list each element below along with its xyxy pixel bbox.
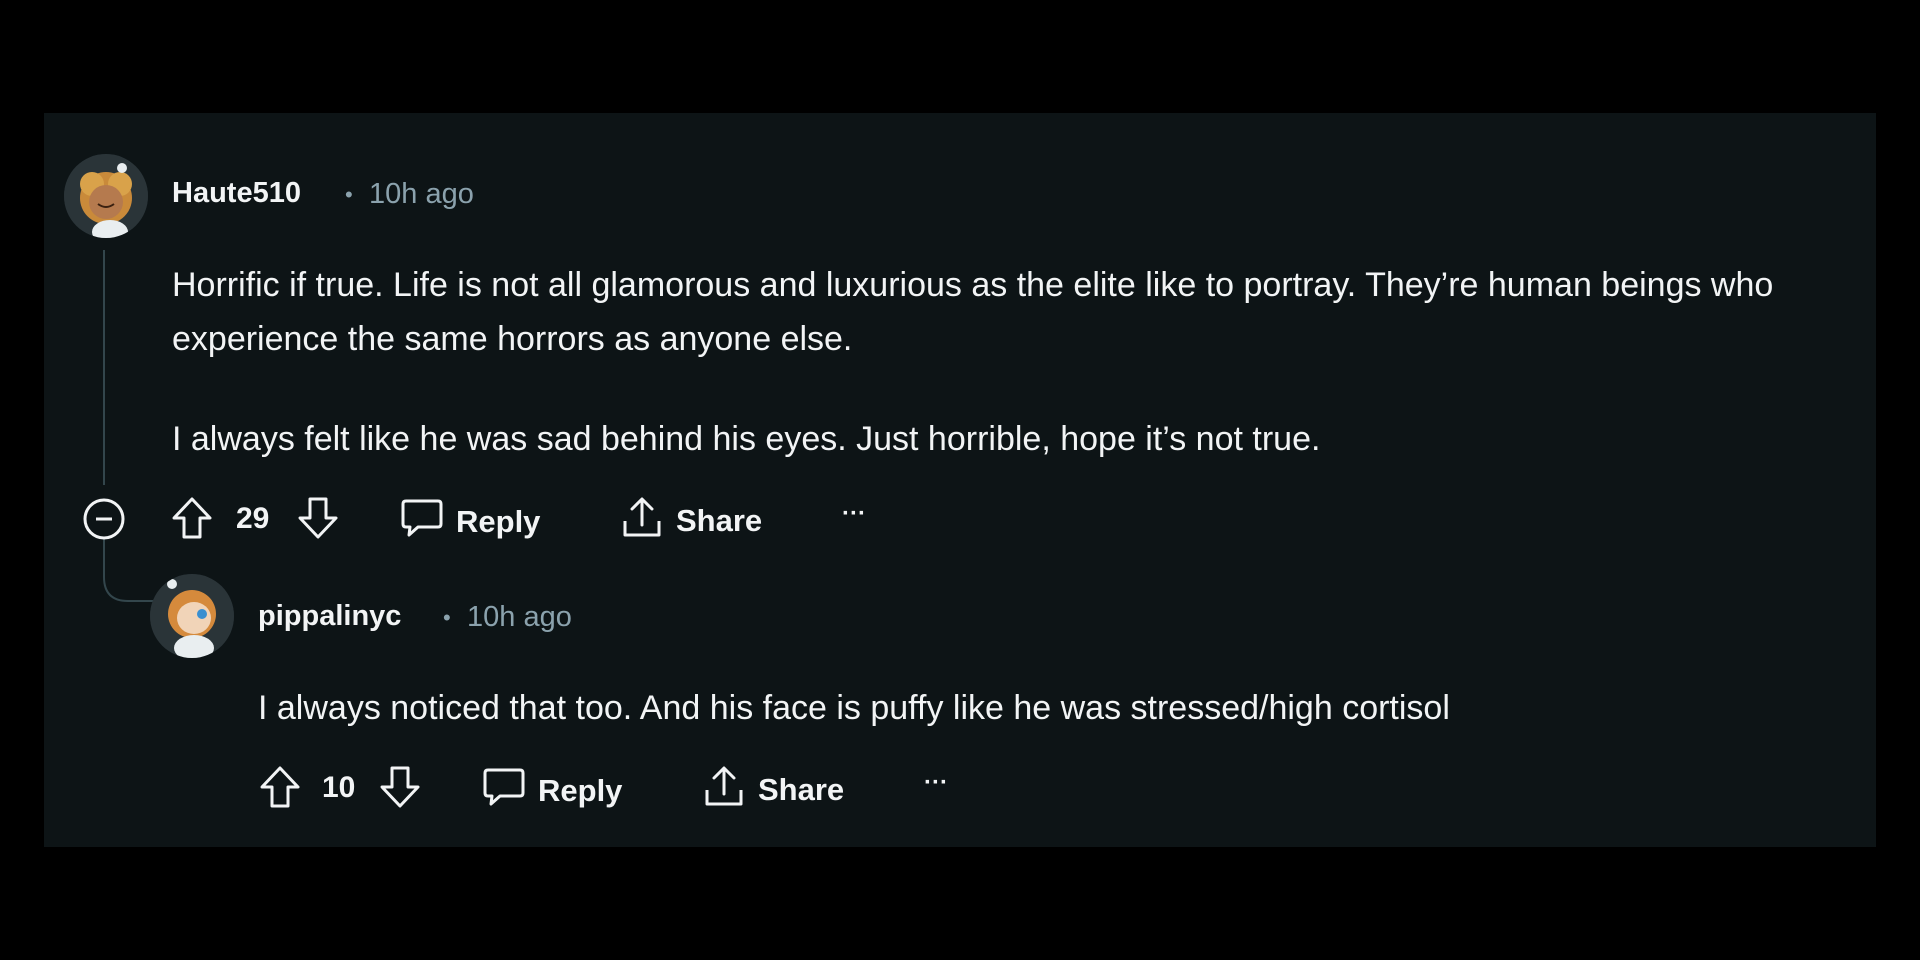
collapse-icon[interactable] [82, 497, 126, 546]
share-icon [620, 495, 664, 547]
downvote-icon[interactable] [378, 764, 422, 815]
comment-icon [400, 497, 444, 547]
comment-paragraph: I always felt like he was sad behind his… [172, 420, 1321, 458]
more-icon: ··· [924, 769, 948, 796]
more-options-button[interactable]: ··· [842, 500, 866, 528]
thread-line[interactable] [103, 250, 105, 485]
comment-paragraph: Horrific if true. Life is not all glamor… [172, 266, 1774, 358]
upvote-icon[interactable] [170, 495, 214, 546]
share-icon [702, 764, 746, 816]
downvote-icon[interactable] [296, 495, 340, 546]
separator-dot: • [443, 605, 451, 630]
upvote-icon[interactable] [258, 764, 302, 815]
vote-score: 29 [236, 502, 270, 535]
vote-score: 10 [322, 771, 356, 804]
reply-button[interactable]: Reply [482, 766, 622, 816]
share-label: Share [758, 772, 845, 807]
comment-author[interactable]: pippalinyc [258, 600, 401, 633]
share-button[interactable]: Share [620, 495, 762, 547]
reply-label: Reply [456, 504, 541, 539]
comment-timestamp[interactable]: 10h ago [369, 178, 474, 211]
more-icon: ··· [842, 500, 866, 527]
reply-label: Reply [538, 773, 623, 808]
thread-connector [103, 537, 157, 602]
avatar[interactable] [150, 574, 234, 658]
separator-dot: • [345, 182, 353, 207]
avatar[interactable] [64, 154, 148, 238]
comment-timestamp[interactable]: 10h ago [467, 601, 572, 634]
comment-panel [44, 113, 1876, 847]
comment-paragraph: I always noticed that too. And his face … [258, 689, 1450, 727]
share-label: Share [676, 503, 763, 538]
comment-author[interactable]: Haute510 [172, 177, 301, 210]
reply-button[interactable]: Reply [400, 497, 540, 547]
share-button[interactable]: Share [702, 764, 844, 816]
comment-icon [482, 766, 526, 816]
more-options-button[interactable]: ··· [924, 769, 948, 797]
